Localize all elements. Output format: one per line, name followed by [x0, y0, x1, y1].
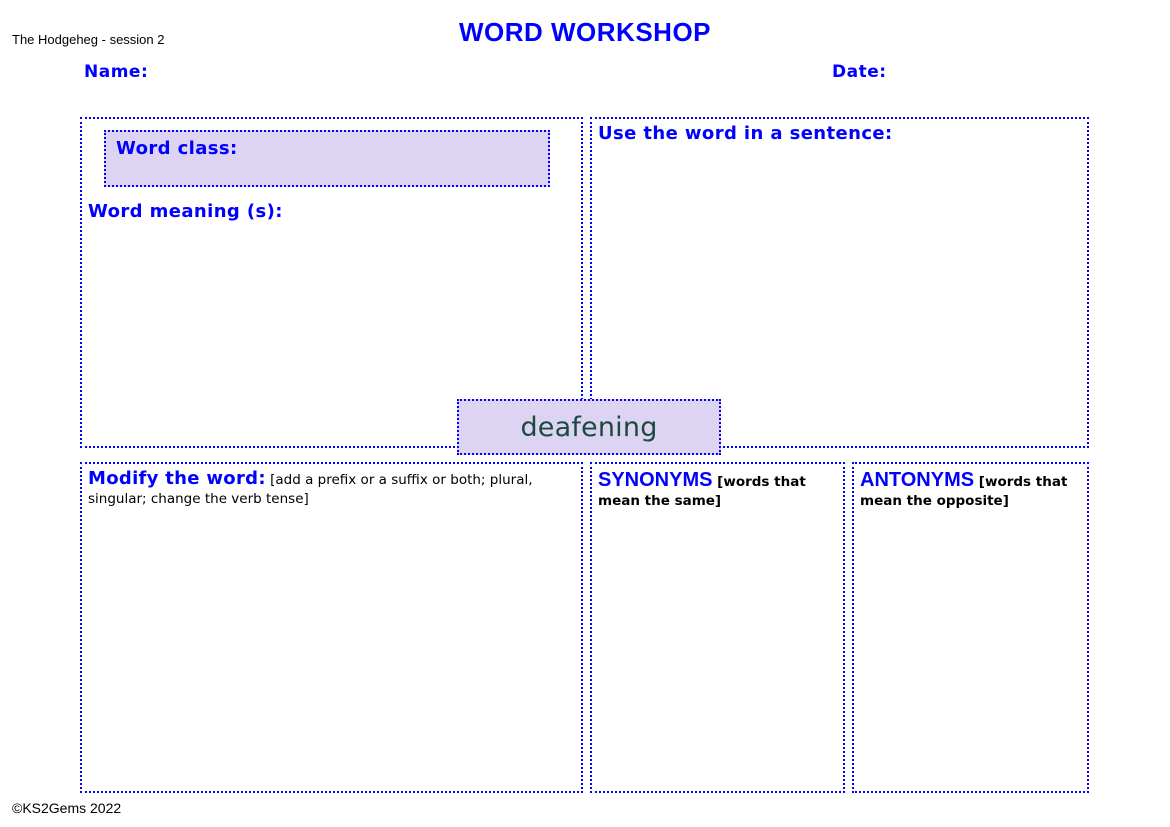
synonyms-heading: SYNONYMS [words that mean the same]	[598, 469, 839, 511]
page-title: WORD WORKSHOP	[458, 17, 712, 47]
antonyms-heading: ANTONYMS [words that mean the opposite]	[860, 469, 1083, 511]
antonyms-label: ANTONYMS	[860, 469, 975, 491]
panel-antonyms[interactable]: ANTONYMS [words that mean the opposite]	[852, 462, 1089, 793]
modify-label: Modify the word:	[88, 468, 266, 489]
name-field-label: Name:	[84, 62, 149, 82]
focus-word-text: deafening	[520, 411, 658, 443]
date-field-label: Date:	[832, 62, 887, 82]
focus-word-chip: deafening	[457, 399, 721, 455]
synonyms-label: SYNONYMS	[598, 469, 713, 491]
word-meaning-label: Word meaning (s):	[88, 201, 283, 222]
modify-heading: Modify the word: [add a prefix or a suff…	[88, 468, 577, 508]
footer-copyright: ©KS2Gems 2022	[12, 800, 122, 816]
panel-synonyms[interactable]: SYNONYMS [words that mean the same]	[590, 462, 845, 793]
word-class-label: Word class:	[116, 138, 238, 159]
panel-modify-the-word[interactable]: Modify the word: [add a prefix or a suff…	[80, 462, 583, 793]
sentence-label: Use the word in a sentence:	[598, 123, 893, 144]
word-class-answer-box[interactable]: Word class:	[104, 130, 550, 187]
worksheet-page: The Hodgeheg - session 2 WORD WORKSHOP N…	[0, 0, 1170, 827]
